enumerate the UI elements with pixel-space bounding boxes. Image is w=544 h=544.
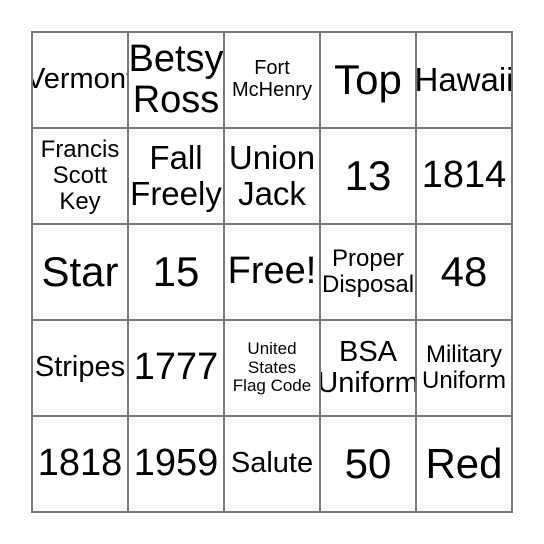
- bingo-cell-label: 1777: [133, 346, 219, 389]
- bingo-cell-label: 1959: [133, 442, 219, 485]
- bingo-cell-label: Red: [425, 440, 503, 488]
- bingo-cell-label: Stripes: [34, 351, 126, 384]
- bingo-cell-label: Military Uniform: [421, 341, 506, 394]
- bingo-cell[interactable]: Stripes: [33, 321, 129, 417]
- bingo-cell[interactable]: Francis Scott Key: [33, 129, 129, 225]
- bingo-cell-label: 50: [344, 440, 392, 488]
- bingo-cell[interactable]: 15: [129, 225, 225, 321]
- bingo-cell-label: 1814: [421, 154, 507, 197]
- bingo-card: VermontBetsy RossFort McHenry Top Hawaii Fr…: [31, 31, 513, 513]
- bingo-row: Stripes 1777 United States Flag Code BSA Un…: [33, 321, 513, 417]
- bingo-cell-label: Top: [334, 56, 402, 104]
- bingo-cell-free-space[interactable]: Free!: [225, 225, 321, 321]
- bingo-cell-label: Star: [41, 248, 119, 296]
- bingo-cell[interactable]: United States Flag Code: [225, 321, 321, 417]
- bingo-cell[interactable]: 13: [321, 129, 417, 225]
- bingo-cell-label: United States Flag Code: [232, 339, 312, 396]
- bingo-cell[interactable]: Salute: [225, 417, 321, 513]
- bingo-cell[interactable]: Military Uniform: [417, 321, 513, 417]
- bingo-cell[interactable]: Fall Freely: [129, 129, 225, 225]
- bingo-cell-label: 13: [344, 152, 392, 200]
- bingo-cell[interactable]: 1818: [33, 417, 129, 513]
- bingo-cell[interactable]: Union Jack: [225, 129, 321, 225]
- bingo-cell[interactable]: Vermont: [33, 33, 129, 129]
- bingo-cell-label: Betsy Ross: [129, 37, 224, 121]
- bingo-cell-label: Francis Scott Key: [40, 136, 120, 215]
- bingo-cell-label: Proper Disposal: [321, 245, 415, 298]
- bingo-cell-label: Fort McHenry: [231, 57, 312, 101]
- bingo-cell-label: Union Jack: [228, 139, 316, 212]
- bingo-cell[interactable]: 48: [417, 225, 513, 321]
- bingo-row: 1818 1959 Salute 50 Red: [33, 417, 513, 513]
- bingo-row: VermontBetsy RossFort McHenry Top Hawaii: [33, 33, 513, 129]
- bingo-row: Star 15 Free! Proper Disposal 48: [33, 225, 513, 321]
- bingo-cell[interactable]: Top: [321, 33, 417, 129]
- bingo-row: Francis Scott Key Fall Freely Union Jack 13…: [33, 129, 513, 225]
- bingo-cell-label: 15: [152, 248, 200, 296]
- bingo-cell[interactable]: BSA Uniform: [321, 321, 417, 417]
- bingo-cell[interactable]: Proper Disposal: [321, 225, 417, 321]
- bingo-cell-label: 48: [440, 248, 488, 296]
- bingo-cell-label: Salute: [230, 447, 314, 480]
- bingo-cell[interactable]: 1959: [129, 417, 225, 513]
- bingo-cell[interactable]: Hawaii: [417, 33, 513, 129]
- bingo-cell-label: Vermont: [33, 63, 129, 96]
- bingo-cell-label: 1818: [37, 442, 123, 485]
- bingo-cell-label: Free!: [227, 250, 317, 293]
- bingo-cell[interactable]: Fort McHenry: [225, 33, 321, 129]
- bingo-cell-label: Hawaii: [417, 61, 513, 99]
- bingo-cell[interactable]: Betsy Ross: [129, 33, 225, 129]
- bingo-cell-label: Fall Freely: [130, 139, 222, 212]
- bingo-cell[interactable]: Star: [33, 225, 129, 321]
- bingo-cell[interactable]: 1814: [417, 129, 513, 225]
- bingo-cell[interactable]: 1777: [129, 321, 225, 417]
- bingo-cell[interactable]: 50: [321, 417, 417, 513]
- bingo-cell-label: BSA Uniform: [321, 335, 417, 399]
- bingo-cell[interactable]: Red: [417, 417, 513, 513]
